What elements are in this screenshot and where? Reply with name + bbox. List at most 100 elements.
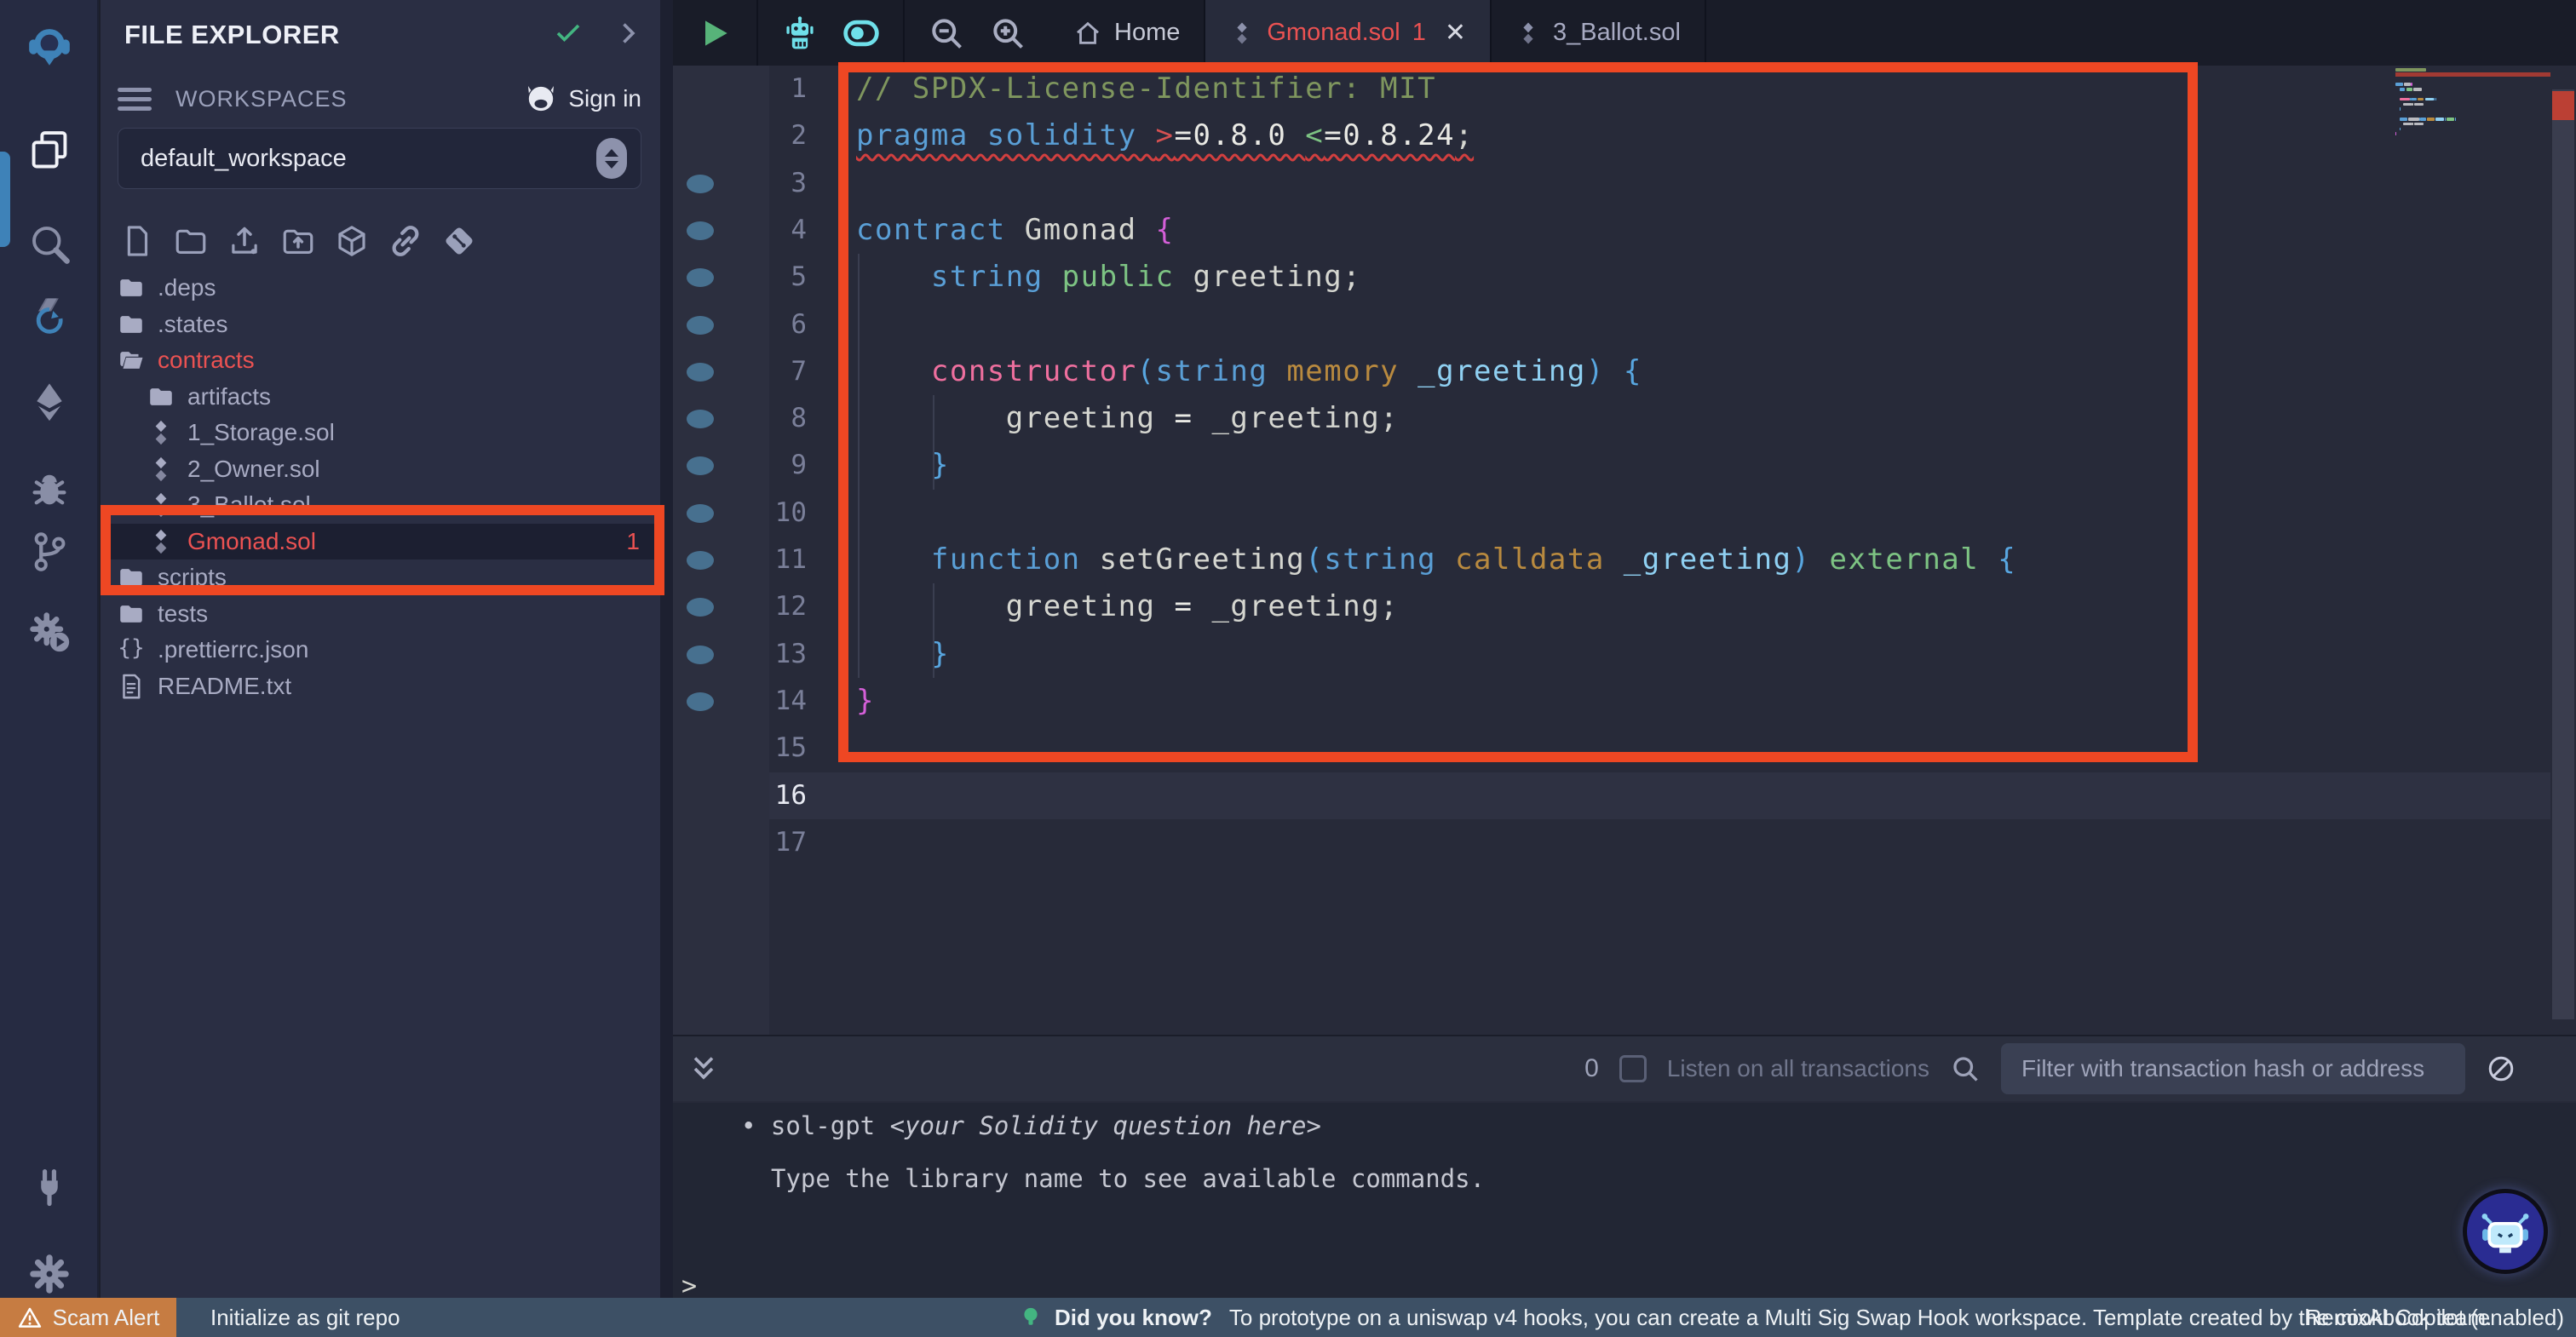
token: public bbox=[1044, 260, 1175, 294]
tree-item--deps[interactable]: .deps bbox=[101, 270, 660, 307]
git-icon[interactable] bbox=[0, 521, 99, 582]
code-line-17[interactable] bbox=[856, 819, 2389, 866]
minimap-token bbox=[2395, 132, 2396, 135]
solidity-file-icon bbox=[1229, 20, 1255, 46]
init-git-repo-button[interactable]: Initialize as git repo bbox=[210, 1298, 400, 1337]
code-line-1[interactable]: // SPDX-License-Identifier: MIT bbox=[856, 66, 2389, 112]
scam-alert-button[interactable]: Scam Alert bbox=[0, 1298, 176, 1337]
minimap-token bbox=[2412, 123, 2413, 126]
unit-testing-icon[interactable] bbox=[0, 601, 99, 663]
upload-file-icon[interactable] bbox=[227, 223, 262, 259]
file-explorer-panel: FILE EXPLORER WORKSPACES Sign in default… bbox=[101, 0, 660, 1298]
terminal-search-icon[interactable] bbox=[1950, 1053, 1981, 1084]
tree-item-contracts[interactable]: contracts bbox=[101, 342, 660, 379]
line-number: 10 bbox=[673, 490, 807, 537]
doc-icon bbox=[117, 672, 146, 701]
tree-item-3-ballot-sol[interactable]: 3_Ballot.sol bbox=[101, 487, 660, 524]
transaction-count: 0 bbox=[1584, 1054, 1599, 1083]
file-explorer-icon[interactable] bbox=[0, 119, 99, 181]
git-diamond-icon[interactable] bbox=[441, 223, 477, 259]
tree-item-readme-txt[interactable]: README.txt bbox=[101, 668, 660, 705]
code-line-15[interactable] bbox=[856, 725, 2389, 772]
new-file-icon[interactable] bbox=[119, 223, 155, 259]
listen-all-checkbox[interactable] bbox=[1619, 1055, 1647, 1082]
tree-item-artifacts[interactable]: artifacts bbox=[101, 379, 660, 416]
zoom-in-icon[interactable] bbox=[988, 14, 1027, 53]
code-editor[interactable]: 1// SPDX-License-Identifier: MIT2pragma … bbox=[673, 66, 2576, 1035]
tree-item-2-owner-sol[interactable]: 2_Owner.sol bbox=[101, 451, 660, 488]
tree-item-label: scripts bbox=[158, 564, 227, 591]
run-script-button[interactable] bbox=[695, 14, 734, 53]
copilot-toggle[interactable] bbox=[842, 14, 881, 53]
tab-home[interactable]: Home bbox=[1049, 0, 1205, 66]
minimap-token bbox=[2447, 118, 2454, 121]
solidity-compiler-icon[interactable] bbox=[0, 286, 99, 347]
activity-bar bbox=[0, 0, 99, 1298]
remix-logo-icon[interactable] bbox=[0, 15, 99, 77]
folder-icon bbox=[117, 310, 146, 339]
copilot-robot-face-icon bbox=[2477, 1203, 2533, 1260]
link-icon[interactable] bbox=[388, 223, 423, 259]
zoom-segment bbox=[905, 0, 1049, 66]
settings-icon[interactable] bbox=[0, 1243, 99, 1305]
debugger-icon[interactable] bbox=[0, 458, 99, 519]
collapse-panel-chevron-icon[interactable] bbox=[612, 18, 643, 53]
code-line-16[interactable] bbox=[856, 772, 2389, 819]
upload-folder-icon[interactable] bbox=[280, 223, 316, 259]
tree-item--prettierrc-json[interactable]: {}.prettierrc.json bbox=[101, 632, 660, 668]
workspaces-label: WORKSPACES bbox=[175, 86, 524, 112]
collapse-terminal-icon[interactable] bbox=[687, 1052, 721, 1086]
terminal-prompt[interactable]: > bbox=[681, 1271, 697, 1301]
sign-in-button[interactable]: Sign in bbox=[524, 82, 641, 116]
scrollbar-slider[interactable] bbox=[2552, 89, 2574, 1019]
tree-item-scripts[interactable]: scripts bbox=[101, 559, 660, 596]
search-icon[interactable] bbox=[0, 213, 99, 274]
ai-copilot-robot-icon[interactable] bbox=[780, 14, 819, 53]
code-line-10[interactable] bbox=[856, 490, 2389, 537]
code-line-13[interactable]: } bbox=[856, 631, 2389, 678]
tree-item-1-storage-sol[interactable]: 1_Storage.sol bbox=[101, 415, 660, 451]
minimap-token bbox=[2400, 98, 2411, 101]
remixai-copilot-button[interactable] bbox=[2463, 1189, 2548, 1274]
new-folder-icon[interactable] bbox=[173, 223, 209, 259]
terminal-output[interactable]: > • sol-gpt <your Solidity question here… bbox=[673, 1103, 2576, 1298]
tree-item-tests[interactable]: tests bbox=[101, 596, 660, 633]
tree-item--states[interactable]: .states bbox=[101, 307, 660, 343]
folder-icon bbox=[117, 563, 146, 592]
folder-open-icon bbox=[117, 346, 146, 375]
panel-resizer[interactable] bbox=[660, 0, 673, 1298]
code-line-6[interactable] bbox=[856, 301, 2389, 348]
code-line-9[interactable]: } bbox=[856, 442, 2389, 489]
code-line-4[interactable]: contract Gmonad { bbox=[856, 207, 2389, 254]
file-tree: .deps.statescontractsartifacts1_Storage.… bbox=[101, 270, 660, 704]
workspaces-menu-icon[interactable] bbox=[118, 83, 152, 116]
clear-console-icon[interactable] bbox=[2486, 1053, 2516, 1084]
editor-minimap[interactable] bbox=[2395, 67, 2550, 152]
listen-all-label: Listen on all transactions bbox=[1667, 1055, 1929, 1082]
tree-item-label: README.txt bbox=[158, 673, 291, 700]
solidity-file-icon bbox=[1515, 20, 1541, 46]
terminal-line: • sol-gpt <your Solidity question here> bbox=[741, 1111, 1321, 1140]
code-line-14[interactable]: } bbox=[856, 678, 2389, 725]
code-line-12[interactable]: greeting = _greeting; bbox=[856, 583, 2389, 630]
cube-icon[interactable] bbox=[334, 223, 370, 259]
tree-item-gmonad-sol[interactable]: Gmonad.sol1 bbox=[101, 524, 660, 560]
close-tab-icon[interactable]: ✕ bbox=[1445, 18, 1466, 48]
zoom-out-icon[interactable] bbox=[927, 14, 966, 53]
tab-ballot[interactable]: 3_Ballot.sol bbox=[1492, 0, 1706, 66]
deploy-run-icon[interactable] bbox=[0, 371, 99, 433]
plugin-manager-icon[interactable] bbox=[0, 1156, 99, 1218]
code-line-5[interactable]: string public greeting; bbox=[856, 254, 2389, 301]
indent-guide bbox=[933, 583, 934, 678]
code-line-7[interactable]: constructor(string memory _greeting) { bbox=[856, 348, 2389, 395]
code-line-11[interactable]: function setGreeting(string calldata _gr… bbox=[856, 537, 2389, 583]
code-line-2[interactable]: pragma solidity >=0.8.0 <=0.8.24; bbox=[856, 112, 2389, 159]
transaction-filter-input[interactable] bbox=[2001, 1043, 2465, 1094]
workspace-select[interactable]: default_workspace bbox=[118, 128, 641, 189]
editor-scrollbar[interactable] bbox=[2550, 66, 2576, 1035]
token: string bbox=[856, 260, 1044, 294]
code-line-3[interactable] bbox=[856, 160, 2389, 207]
tab-gmonad[interactable]: Gmonad.sol 1 ✕ bbox=[1205, 0, 1492, 66]
token: constructor bbox=[856, 354, 1137, 388]
code-line-8[interactable]: greeting = _greeting; bbox=[856, 395, 2389, 442]
